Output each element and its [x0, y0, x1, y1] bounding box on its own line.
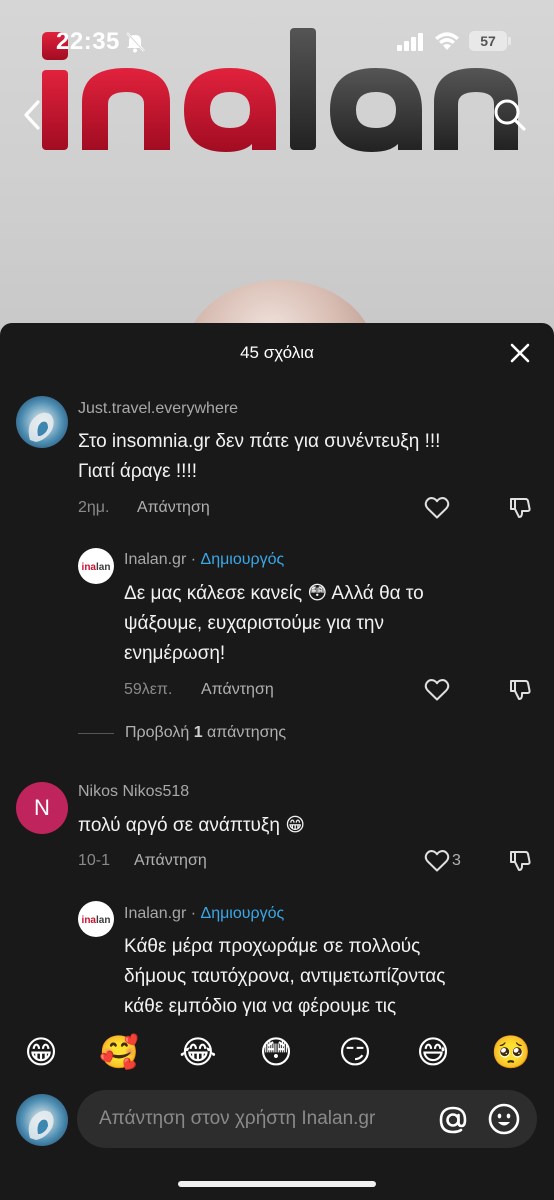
like-icon[interactable]: [424, 678, 450, 702]
travel-photo: [28, 412, 54, 442]
wifi-icon: [435, 32, 459, 50]
avatar-just-travel[interactable]: [16, 396, 68, 448]
svg-text:inalan: inalan: [82, 915, 111, 926]
comment-text: πολύ αργό σε ανάπτυξη 😁: [78, 811, 538, 841]
creator-name[interactable]: Inalan.gr: [124, 551, 186, 568]
battery-indicator: 57: [469, 31, 507, 51]
reply-button[interactable]: Απάντηση: [201, 681, 274, 699]
emoji-tears-of-joy[interactable]: 😂: [176, 1032, 220, 1072]
like-icon[interactable]: [424, 849, 450, 873]
reply-input-row: [0, 1086, 554, 1156]
reply-input-box: [77, 1090, 537, 1148]
comment-username[interactable]: Just.travel.everywhere: [78, 400, 238, 418]
close-button[interactable]: [506, 339, 534, 367]
current-user-avatar: [16, 1094, 68, 1146]
reply-button[interactable]: Απάντηση: [134, 852, 207, 870]
avatar-inalan[interactable]: inalan: [78, 548, 114, 584]
comment-text-line: Γιατί άραγε !!!!: [78, 461, 198, 482]
comment-text-line: Δε μας κάλεσε κανείς 😳 Αλλά θα το: [124, 583, 424, 604]
separator-dot: ·: [190, 551, 197, 568]
like-icon[interactable]: [424, 496, 450, 520]
home-indicator: [178, 1181, 376, 1187]
emoji-sweat-smile[interactable]: 😅: [411, 1032, 455, 1072]
reply-input[interactable]: [99, 1108, 429, 1130]
view-replies-label: Προβολή 1 απάντησης: [125, 724, 286, 742]
emoji-flushed[interactable]: 😳: [254, 1032, 298, 1072]
inalan-mini-logo: inalan: [82, 915, 111, 926]
back-button[interactable]: [16, 96, 50, 134]
comments-count-title: 45 σχόλια: [240, 343, 314, 362]
signal-icon: [397, 33, 423, 51]
avatar-letter: N: [34, 795, 50, 820]
emoji-smiling-hearts[interactable]: 🥰: [97, 1032, 141, 1072]
creator-badge: Δημιουργός: [200, 905, 285, 922]
comment-time: 2ημ.: [78, 499, 110, 516]
emoji-smirk[interactable]: 😏: [333, 1032, 377, 1072]
comment-text-line: πολύ αργό σε ανάπτυξη 😁: [78, 815, 306, 836]
dislike-icon[interactable]: [508, 496, 532, 520]
view-replies-prefix: Προβολή: [125, 724, 194, 741]
bell-off-icon: [126, 32, 145, 53]
emoji-grin[interactable]: 😁: [19, 1032, 63, 1072]
comment-time: 10-1: [78, 852, 111, 869]
comment-text: Κάθε μέρα προχωράμε σε πολλούς δήμους τα…: [124, 932, 544, 1022]
view-replies-count: 1: [193, 724, 203, 741]
avatar-nikos[interactable]: N: [16, 782, 68, 834]
comment-username[interactable]: Nikos Nikos518: [78, 783, 189, 801]
status-bar: 22:35 57: [0, 0, 554, 60]
comment-text-line: ψάξουμε, ευχαριστούμε για την: [124, 613, 384, 634]
avatar-inalan[interactable]: inalan: [78, 901, 114, 937]
separator-dot: ·: [190, 905, 197, 922]
svg-text:inalan: inalan: [82, 562, 111, 573]
comment-text-line: Κάθε μέρα προχωράμε σε πολλούς: [124, 936, 421, 957]
comment-text: Δε μας κάλεσε κανείς 😳 Αλλά θα το ψάξουμ…: [124, 579, 534, 669]
dislike-icon[interactable]: [508, 849, 532, 873]
search-button[interactable]: [491, 96, 529, 134]
creator-badge: Δημιουργός: [200, 551, 285, 568]
comment-text-line: Στο insomnia.gr δεν πάτε για συνέντευξη …: [78, 431, 441, 452]
comment-username: Inalan.gr · Δημιουργός: [124, 905, 284, 923]
inalan-mini-logo: inalan: [82, 562, 111, 573]
comment-text-line: δήμους ταυτόχρονα, αντιμετωπίζοντας: [124, 966, 446, 987]
view-replies-suffix: απάντησης: [202, 724, 287, 741]
reply-button[interactable]: Απάντηση: [137, 499, 210, 517]
comment-username: Inalan.gr · Δημιουργός: [124, 551, 284, 569]
comment-text: Στο insomnia.gr δεν πάτε για συνέντευξη …: [78, 427, 538, 487]
like-count: 3: [452, 852, 461, 869]
creator-name[interactable]: Inalan.gr: [124, 905, 186, 922]
dislike-icon[interactable]: [508, 678, 532, 702]
view-replies-line: [78, 733, 114, 734]
mention-icon[interactable]: [437, 1104, 469, 1136]
travel-photo: [28, 1110, 54, 1140]
status-time: 22:35: [56, 28, 120, 55]
battery-tip: [508, 37, 511, 45]
comment-time: 59λεπ.: [124, 681, 173, 698]
comment-text-line: ενημέρωση!: [124, 643, 226, 664]
emoji-pleading[interactable]: 🥺: [489, 1032, 533, 1072]
emoji-picker-icon[interactable]: [487, 1102, 521, 1136]
comment-text-line: κάθε εμπόδιο για να φέρουμε τις: [124, 996, 397, 1017]
